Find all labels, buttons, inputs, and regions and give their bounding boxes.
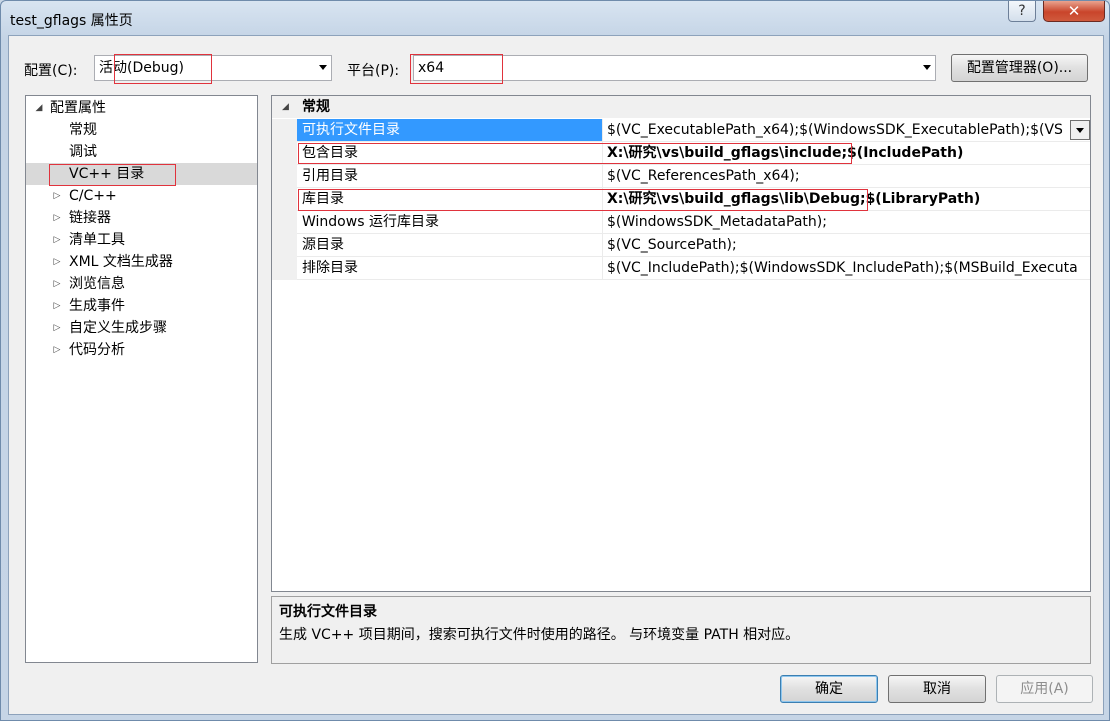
- property-row-executable-directories[interactable]: 可执行文件目录 $(VC_ExecutablePath_x64);$(Windo…: [272, 119, 1090, 142]
- tree-item-label: 浏览信息: [69, 276, 125, 292]
- property-value[interactable]: $(VC_IncludePath);$(WindowsSDK_IncludePa…: [603, 257, 1090, 279]
- tree-item-xml-doc-generator[interactable]: ▷ XML 文档生成器: [26, 251, 257, 273]
- collapsed-triangle-icon[interactable]: ▷: [52, 251, 62, 273]
- property-name[interactable]: 可执行文件目录: [297, 119, 603, 141]
- tree-item-label: 调试: [69, 144, 97, 160]
- close-button[interactable]: ✕: [1043, 1, 1105, 22]
- tree-item-debugging[interactable]: 调试: [26, 141, 257, 163]
- property-value[interactable]: $(VC_SourcePath);: [603, 234, 1090, 256]
- tree-item-label: 清单工具: [69, 232, 125, 248]
- window-title: test_gflags 属性页: [10, 13, 133, 29]
- property-row-exclude-directories[interactable]: 排除目录 $(VC_IncludePath);$(WindowsSDK_Incl…: [272, 257, 1090, 280]
- property-value[interactable]: X:\研究\vs\build_gflags\lib\Debug;$(Librar…: [603, 188, 1090, 210]
- tree-item-label: 生成事件: [69, 298, 125, 314]
- property-pages-window: test_gflags 属性页 ? ✕ 配置(C): 活动(Debug) 平台(…: [0, 0, 1110, 721]
- tree-item-build-events[interactable]: ▷ 生成事件: [26, 295, 257, 317]
- configuration-label: 配置(C):: [24, 63, 78, 79]
- chevron-down-icon: [1076, 128, 1084, 133]
- property-row-include-directories[interactable]: 包含目录 X:\研究\vs\build_gflags\include;$(Inc…: [272, 142, 1090, 165]
- configuration-select[interactable]: 活动(Debug): [94, 55, 332, 81]
- property-value[interactable]: $(VC_ReferencesPath_x64);: [603, 165, 1090, 187]
- property-name[interactable]: Windows 运行库目录: [297, 211, 603, 233]
- ok-button[interactable]: 确定: [780, 675, 878, 703]
- tree-item-label: 常规: [69, 122, 97, 138]
- collapsed-triangle-icon[interactable]: ▷: [52, 185, 62, 207]
- property-grid: ◢ 常规 可执行文件目录 $(VC_ExecutablePath_x64);$(…: [271, 95, 1091, 592]
- collapsed-triangle-icon[interactable]: ▷: [52, 207, 62, 229]
- cancel-button[interactable]: 取消: [888, 675, 986, 703]
- platform-select[interactable]: x64: [413, 55, 936, 81]
- collapsed-triangle-icon[interactable]: ▷: [52, 295, 62, 317]
- configuration-value: 活动(Debug): [99, 60, 184, 76]
- configuration-manager-button[interactable]: 配置管理器(O)...: [951, 54, 1088, 82]
- expanded-triangle-icon[interactable]: ◢: [34, 97, 44, 119]
- chevron-down-icon: [923, 65, 931, 70]
- apply-button[interactable]: 应用(A): [996, 675, 1093, 703]
- category-label: 常规: [302, 99, 330, 115]
- tree-item-custom-build-step[interactable]: ▷ 自定义生成步骤: [26, 317, 257, 339]
- title-bar: test_gflags 属性页 ? ✕: [1, 1, 1109, 35]
- property-value[interactable]: X:\研究\vs\build_gflags\include;$(IncludeP…: [603, 142, 1090, 164]
- tree-item-code-analysis[interactable]: ▷ 代码分析: [26, 339, 257, 361]
- tree-item-label: 链接器: [69, 210, 111, 226]
- property-tree: ◢ 配置属性 常规 调试 VC++ 目录 ▷ C/C++ ▷ 链接器 ▷ 清单工…: [25, 95, 258, 663]
- tree-item-vc-directories[interactable]: VC++ 目录: [26, 163, 257, 185]
- tree-item-label: XML 文档生成器: [69, 254, 173, 270]
- chevron-down-icon: [319, 65, 327, 70]
- help-button[interactable]: ?: [1008, 1, 1036, 22]
- tree-item-manifest-tool[interactable]: ▷ 清单工具: [26, 229, 257, 251]
- property-row-source-directories[interactable]: 源目录 $(VC_SourcePath);: [272, 234, 1090, 257]
- property-row-library-directories[interactable]: 库目录 X:\研究\vs\build_gflags\lib\Debug;$(Li…: [272, 188, 1090, 211]
- property-name[interactable]: 库目录: [297, 188, 603, 210]
- value-dropdown-button[interactable]: [1070, 120, 1090, 140]
- tree-item-linker[interactable]: ▷ 链接器: [26, 207, 257, 229]
- collapsed-triangle-icon[interactable]: ▷: [52, 273, 62, 295]
- tree-item-cpp[interactable]: ▷ C/C++: [26, 185, 257, 207]
- property-row-windows-runtime-directories[interactable]: Windows 运行库目录 $(WindowsSDK_MetadataPath)…: [272, 211, 1090, 234]
- platform-value: x64: [418, 60, 445, 76]
- collapsed-triangle-icon[interactable]: ▷: [52, 229, 62, 251]
- tree-item-label: 自定义生成步骤: [69, 320, 167, 336]
- property-name[interactable]: 引用目录: [297, 165, 603, 187]
- property-value[interactable]: $(VC_ExecutablePath_x64);$(WindowsSDK_Ex…: [603, 119, 1070, 141]
- description-title: 可执行文件目录: [279, 604, 377, 620]
- property-row-reference-directories[interactable]: 引用目录 $(VC_ReferencesPath_x64);: [272, 165, 1090, 188]
- tree-item-label: C/C++: [69, 188, 117, 204]
- tree-item-label: 代码分析: [69, 342, 125, 358]
- tree-item-label: VC++ 目录: [69, 166, 145, 182]
- description-text: 生成 VC++ 项目期间，搜索可执行文件时使用的路径。 与环境变量 PATH 相…: [279, 627, 800, 643]
- collapsed-triangle-icon[interactable]: ▷: [52, 339, 62, 361]
- category-general[interactable]: ◢ 常规: [272, 96, 1090, 118]
- expanded-triangle-icon[interactable]: ◢: [282, 96, 289, 118]
- description-panel: 可执行文件目录 生成 VC++ 项目期间，搜索可执行文件时使用的路径。 与环境变…: [271, 596, 1091, 664]
- dialog-client-area: 配置(C): 活动(Debug) 平台(P): x64 配置管理器(O)... …: [8, 35, 1104, 715]
- property-name[interactable]: 排除目录: [297, 257, 603, 279]
- tree-item-general[interactable]: 常规: [26, 119, 257, 141]
- property-name[interactable]: 源目录: [297, 234, 603, 256]
- tree-item-browse-information[interactable]: ▷ 浏览信息: [26, 273, 257, 295]
- collapsed-triangle-icon[interactable]: ▷: [52, 317, 62, 339]
- tree-item-label: 配置属性: [50, 100, 106, 116]
- property-value[interactable]: $(WindowsSDK_MetadataPath);: [603, 211, 1090, 233]
- tree-item-configuration-properties[interactable]: ◢ 配置属性: [26, 97, 257, 119]
- property-name[interactable]: 包含目录: [297, 142, 603, 164]
- platform-label: 平台(P):: [347, 63, 400, 79]
